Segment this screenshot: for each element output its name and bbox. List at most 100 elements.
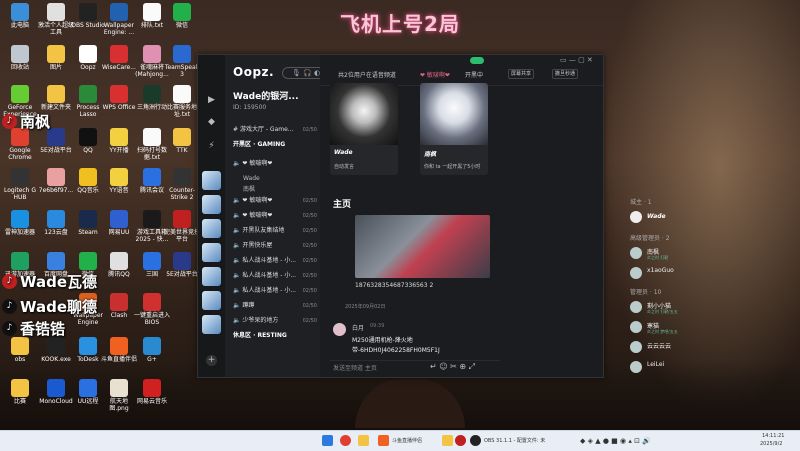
server-avatar[interactable]	[202, 243, 221, 262]
start-icon[interactable]	[322, 435, 333, 446]
desktop-icon[interactable]: 网易云音乐	[134, 379, 170, 405]
server-avatar[interactable]	[202, 291, 221, 310]
server-avatar[interactable]	[202, 195, 221, 214]
channel-item[interactable]: 🔈 少爷呆的地方 02/50	[233, 316, 325, 326]
channel-item[interactable]: 🔈 ❤ 敏啵啊❤	[233, 159, 325, 169]
channel-panel: Oopz. 🎙 🎧 ◐ Wade的银河... ID: 159500 # 游戏大厅…	[225, 55, 330, 377]
desktop-icon[interactable]: obs	[2, 337, 38, 363]
desktop-icon[interactable]: 比赛服务地址.txt	[164, 85, 200, 118]
desktop-icon[interactable]: 航天地图.png	[101, 379, 137, 412]
server-avatar[interactable]	[202, 219, 221, 238]
diamond-icon[interactable]: ◆	[206, 117, 217, 128]
channel-count: 02/50	[302, 127, 317, 133]
member-avatar[interactable]	[630, 211, 642, 223]
owner-name[interactable]: Wade	[647, 213, 666, 220]
desktop-icon[interactable]: G+	[134, 337, 170, 363]
owner-heading: 城主 · 1	[630, 199, 652, 206]
obs-icon[interactable]	[470, 435, 481, 446]
composer-icons[interactable]: ↵ ☺ ✂ ⊕ ⤢	[430, 362, 475, 372]
voice-user-card[interactable]: Wade 自动发言	[330, 83, 398, 175]
channel-item[interactable]: 🔈 ❤ 敏啵啊❤ 02/50	[233, 211, 325, 221]
desktop-icon[interactable]: 微信	[164, 3, 200, 29]
desktop-icon[interactable]: 一键重启进入BIOS	[134, 293, 170, 326]
stream-overlay-text: Wade聊德	[20, 298, 98, 316]
desktop-icon[interactable]: 完美世界竞技平台	[164, 210, 200, 243]
channel-item[interactable]: 🔈 ❤ 敏啵啊❤ 02/50	[233, 196, 325, 206]
stream-overlay-text: 南枫	[20, 113, 51, 131]
message-avatar[interactable]	[333, 323, 346, 336]
channel-item[interactable]: # 游戏大厅 - Game... 02/50	[233, 125, 325, 135]
channel-item[interactable]: 🔈 私人战斗基地 - 小... 02/50	[233, 256, 325, 266]
desktop-icon[interactable]: WPS Office	[101, 85, 137, 111]
channel-section-header[interactable]: 休息区 · RESTING	[233, 331, 325, 341]
channel-item[interactable]: 🔈 私人战斗基地 - 小... 02/50	[233, 286, 325, 296]
channel-section-header[interactable]: 开黑区 · GAMING	[233, 140, 325, 150]
clock-time[interactable]: 14:11:21	[762, 433, 784, 439]
desktop-icon[interactable]: TeamSpeak 3	[164, 45, 200, 78]
member-name[interactable]: x1aoGuo	[647, 267, 674, 274]
desktop-icon[interactable]: 5E对战平台	[164, 252, 200, 278]
desktop-icon[interactable]: Wallpaper Engine: ...	[101, 3, 137, 36]
message-input[interactable]: 发送至频道 主页 ↵ ☺ ✂ ⊕ ⤢	[330, 360, 500, 373]
member-avatar[interactable]	[630, 321, 642, 333]
desktop-icon[interactable]: 腾讯QQ	[101, 252, 137, 278]
taskbar-douyu-label[interactable]: 斗鱼直播伴侣	[392, 437, 422, 444]
desktop-icon[interactable]: Logitech G HUB	[2, 168, 38, 201]
explorer-icon[interactable]	[358, 435, 369, 446]
desktop-icon[interactable]: 斗鱼直播伴侣	[101, 337, 137, 363]
member-avatar[interactable]	[630, 247, 642, 259]
desktop-icon[interactable]: Clash	[101, 293, 137, 319]
desktop-icon[interactable]: YY开播	[101, 128, 137, 154]
desktop-icon[interactable]: Counter-Strike 2	[164, 168, 200, 201]
desktop-icon[interactable]: 123云盘	[38, 210, 74, 236]
play-icon[interactable]: ▶	[206, 95, 217, 106]
hangup-button[interactable]: 撒旦秒通	[552, 69, 579, 79]
chrome-icon[interactable]	[340, 435, 351, 446]
server-avatar[interactable]	[202, 315, 221, 334]
member-name[interactable]: 云云云云	[647, 341, 671, 350]
douyu-icon[interactable]	[378, 435, 389, 446]
channel-item[interactable]: 🔈 开黑队友集结地 02/50	[233, 226, 325, 236]
lightning-icon[interactable]: ⚡	[206, 141, 217, 152]
member-avatar[interactable]	[630, 341, 642, 353]
add-server-icon[interactable]: +	[206, 355, 217, 366]
taskbar-obs-label[interactable]: OBS 31.1.1 - 配置文件: 未	[484, 437, 545, 444]
netease-icon[interactable]	[455, 435, 466, 446]
clock-date[interactable]: 2025/9/2	[760, 441, 782, 447]
channel-count: 02/50	[302, 273, 317, 279]
desktop-icon[interactable]: 比赛	[2, 379, 38, 405]
voice-user-card[interactable]: 南枫 你和 ta 一起开黑了5小时	[420, 83, 488, 175]
monocloud-icon	[47, 379, 65, 397]
desktop-icon[interactable]: 新建文件夹	[38, 85, 74, 111]
tray-icons[interactable]: ◆ ◈ ▲ ● ■ ◉ ▴ ⊡ 🔊	[580, 437, 651, 445]
desktop-icon-label: 微信	[175, 22, 188, 29]
desktop-icon[interactable]: Google Chrome	[2, 128, 38, 161]
server-avatar[interactable]	[202, 171, 221, 190]
window-controls[interactable]: ▭ — ▢ ✕	[560, 56, 593, 64]
stream-overlay-label: ♪ 南枫	[2, 111, 50, 132]
member-avatar[interactable]	[630, 267, 642, 279]
desktop-icon[interactable]: 图片	[38, 45, 74, 71]
desktop-icon[interactable]: YY语音	[101, 168, 137, 194]
desktop-icon[interactable]: MonoCloud	[38, 379, 74, 405]
desktop-icon[interactable]: 网易UU	[101, 210, 137, 236]
desktop-icon[interactable]: TTK	[164, 128, 200, 154]
channel-item[interactable]: 🔈 蹲蹲 02/50	[233, 301, 325, 311]
desktop-icon[interactable]: KOOK.exe	[38, 337, 74, 363]
media-image[interactable]	[355, 215, 490, 278]
desktop-icon[interactable]: 雷神加速器	[2, 210, 38, 236]
desktop-icon[interactable]: 此电脑	[2, 3, 38, 29]
desktop-icon[interactable]: 回收站	[2, 45, 38, 71]
desktop-icon[interactable]: 7e6b6f97...	[38, 168, 74, 194]
member-avatar[interactable]	[630, 361, 642, 373]
screen-share-button[interactable]: 屏幕共享	[508, 69, 535, 79]
channel-item[interactable]: 🔈 开黑快乐屋 02/50	[233, 241, 325, 251]
desktop-icon[interactable]: 激活个人超级工具	[38, 3, 74, 36]
member-avatar[interactable]	[630, 301, 642, 313]
member-name[interactable]: LeiLei	[647, 361, 664, 368]
folder-icon[interactable]	[442, 435, 453, 446]
server-avatar[interactable]	[202, 267, 221, 286]
desktop-icon[interactable]: WiseCare...	[101, 45, 137, 71]
server-title[interactable]: Wade的银河...	[233, 89, 298, 102]
channel-item[interactable]: 🔈 私人战斗基地 - 小... 02/50	[233, 271, 325, 281]
